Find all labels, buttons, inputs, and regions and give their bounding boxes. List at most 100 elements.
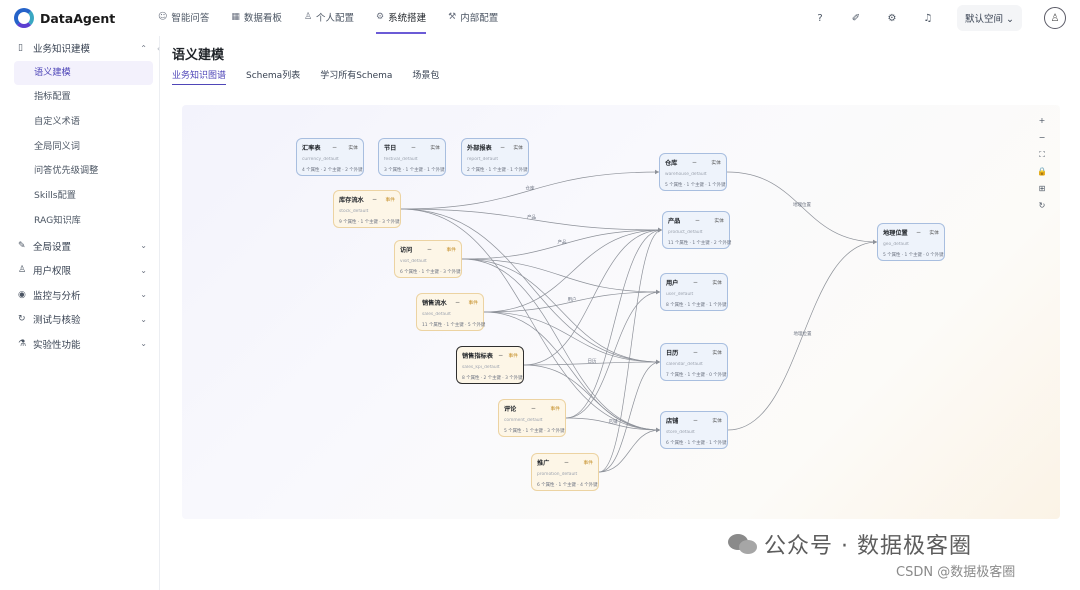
space-selector[interactable]: 默认空间 ⌄ (956, 5, 1022, 31)
node-type-badge: 实体 (513, 146, 523, 151)
chevron-down-icon: ⌄ (1006, 14, 1014, 25)
tab-1[interactable]: Schema列表 (246, 68, 300, 85)
graph-node-chanpin[interactable]: 产品 − 实体 product_default 11 个属性 · 1 个主键 · 2 个… (662, 211, 731, 249)
collapse-node-icon[interactable]: − (693, 349, 698, 356)
nav-item-0[interactable]: ☺ 智能问答 (158, 0, 209, 34)
graph-node-tuiguang[interactable]: 推广 − 事件 promotion_default 6 个属性 · 1 个主键 · 4 … (531, 453, 599, 491)
sidebar-group-3[interactable]: ◉ 监控与分析 ⌄ (0, 282, 159, 307)
graph-node-xiaoshou[interactable]: 销售流水 − 事件 sales_default 11 个属性 · 1 个主键 · 5 个… (416, 293, 485, 331)
node-name: 节日 (384, 145, 397, 152)
graph-node-diliweizhi[interactable]: 地理位置 − 实体 geo_default 5 个属性 · 1 个主键 · 0 个外键 (877, 223, 945, 261)
node-header: 库存流水 − 事件 (339, 195, 395, 204)
nav-item-1[interactable]: ▦ 数据看板 (231, 0, 282, 34)
sidebar-item-2[interactable]: 自定义术语 (0, 110, 153, 135)
top-navigation-bar: DataAgent ☺ 智能问答 ▦ 数据看板 ♙ 个人配置 ⚙ 系统搭建 ⚒ 内部配置 ? ✐ … (0, 0, 1080, 36)
sidebar-group-5[interactable]: ⚗ 实验性功能 ⌄ (0, 331, 159, 356)
node-table-name: promotion_default (537, 472, 578, 477)
sidebar-group-1[interactable]: ✎ 全局设置 ⌄ (0, 233, 159, 258)
nav-item-2[interactable]: ♙ 个人配置 (304, 0, 354, 34)
lock-icon[interactable]: 🔒 (1036, 166, 1048, 178)
node-header: 访问 − 事件 (400, 245, 456, 254)
collapse-node-icon[interactable]: − (693, 417, 698, 424)
tab-3[interactable]: 场景包 (412, 68, 439, 85)
sidebar-group-0[interactable]: ▯ 业务知识建模 ⌃ (0, 36, 159, 61)
tab-2[interactable]: 学习所有Schema (320, 68, 392, 85)
graph-node-yonghu[interactable]: 用户 − 实体 user_default 8 个属性 · 1 个主键 · 1 个外键 (660, 273, 728, 311)
node-stats: 5 个属性 · 1 个主键 · 1 个外键 (665, 183, 726, 188)
sidebar-item-3[interactable]: 全局同义词 (0, 135, 153, 160)
collapse-node-icon[interactable]: − (564, 459, 569, 466)
node-name: 汇率表 (302, 145, 321, 152)
layout-icon[interactable]: ⊞ (1036, 183, 1048, 195)
node-table-name: user_default (666, 292, 694, 297)
collapse-node-icon[interactable]: − (531, 405, 536, 412)
graph-node-fangwen[interactable]: 访问 − 事件 visit_default 6 个属性 · 1 个主键 · 3 个外键 (394, 240, 462, 278)
sidebar-item-4[interactable]: 问答优先级调整 (0, 159, 153, 184)
node-table-name: warehouse_default (665, 172, 707, 177)
collapse-node-icon[interactable]: − (455, 299, 460, 306)
node-name: 访问 (400, 247, 413, 254)
zoom-in-icon[interactable]: + (1036, 115, 1048, 127)
graph-node-kucun[interactable]: 库存流水 − 事件 stock_default 9 个属性 · 1 个主键 · 3 个外… (333, 190, 401, 228)
collapse-node-icon[interactable]: − (692, 159, 697, 166)
user-avatar[interactable]: ♙ (1044, 7, 1066, 29)
collapse-node-icon[interactable]: − (916, 229, 921, 236)
node-header: 仓库 − 实体 (665, 158, 721, 167)
edge-label: 用户 (568, 296, 577, 303)
settings-icon[interactable]: ⚙ (885, 13, 899, 24)
graph-node-zhibiao[interactable]: 销售指标表 − 事件 sales_kpi_default 8 个属性 · 2 个主键 ·… (456, 346, 524, 384)
notification-bell-icon[interactable]: ♫ (921, 13, 935, 24)
chevron-down-icon: ⌄ (140, 339, 147, 349)
node-stats: 8 个属性 · 1 个主键 · 1 个外键 (666, 303, 727, 308)
node-type-badge: 事件 (583, 461, 593, 466)
sidebar-item-1[interactable]: 指标配置 (0, 85, 153, 110)
edge-label: 仓库 (526, 185, 535, 192)
collapse-node-icon[interactable]: − (411, 144, 416, 151)
collapse-node-icon[interactable]: − (332, 144, 337, 151)
graph-node-huizong[interactable]: 汇率表 − 实体 currency_default 4 个属性 · 2 个主键 · 2 … (296, 138, 364, 176)
wechat-watermark: 公众号 · 数据极客圈 (728, 528, 972, 560)
app-name: DataAgent (40, 10, 116, 26)
graph-node-dianpu[interactable]: 店铺 − 实体 store_default 6 个属性 · 1 个主键 · 1 个外键 (660, 411, 728, 449)
sidebar-group-4[interactable]: ↻ 测试与核验 ⌄ (0, 307, 159, 332)
collapse-node-icon[interactable]: − (695, 217, 700, 224)
user-icon: ♙ (303, 12, 313, 22)
reset-icon[interactable]: ↻ (1036, 200, 1048, 212)
app-logo[interactable]: DataAgent (14, 8, 115, 28)
collapse-node-icon[interactable]: − (498, 352, 503, 359)
node-name: 库存流水 (339, 197, 364, 204)
tab-0[interactable]: 业务知识图谱 (172, 68, 227, 85)
collapse-node-icon[interactable]: − (427, 246, 432, 253)
collapse-node-icon[interactable]: − (693, 279, 698, 286)
theme-icon[interactable]: ✐ (849, 13, 863, 24)
node-name: 仓库 (665, 160, 678, 167)
graph-node-waibu[interactable]: 外部报表 − 实体 report_default 2 个属性 · 1 个主键 · 1 个… (461, 138, 529, 176)
collapse-node-icon[interactable]: − (372, 196, 377, 203)
node-type-badge: 实体 (348, 146, 358, 151)
canvas-toolbar: + − ⛶ 🔒 ⊞ ↻ (1034, 115, 1050, 212)
knowledge-graph-canvas[interactable]: 仓库 产品 产品 用户 日历 店铺 地理位置 地理位置 汇率表 − 实体 currency_defa… (182, 105, 1060, 519)
zoom-out-icon[interactable]: − (1036, 132, 1048, 144)
graph-node-jieri[interactable]: 节日 − 实体 festival_default 3 个属性 · 1 个主键 · 1 个… (378, 138, 446, 176)
graph-node-cangku[interactable]: 仓库 − 实体 warehouse_default 5 个属性 · 1 个主键 · 1 … (659, 153, 727, 191)
help-icon[interactable]: ? (813, 13, 827, 24)
sidebar-group-2[interactable]: ♙ 用户权限 ⌄ (0, 258, 159, 283)
graph-node-riqi[interactable]: 日历 − 实体 calendar_default 7 个属性 · 1 个主键 · 0 个… (660, 343, 728, 381)
doc-icon: ▯ (18, 43, 23, 54)
nav-item-3[interactable]: ⚙ 系统搭建 (376, 1, 427, 34)
sidebar-item-5[interactable]: Skills配置 (0, 184, 153, 209)
sidebar-item-6[interactable]: RAG知识库 (0, 209, 153, 234)
main-nav: ☺ 智能问答 ▦ 数据看板 ♙ 个人配置 ⚙ 系统搭建 ⚒ 内部配置 (158, 0, 498, 36)
node-header: 评论 − 事件 (504, 404, 560, 413)
nav-item-label: 智能问答 (171, 13, 210, 24)
node-table-name: festival_default (384, 157, 418, 162)
nav-item-4[interactable]: ⚒ 内部配置 (448, 0, 498, 34)
edge-label: 地理位置 (793, 201, 811, 208)
fit-view-icon[interactable]: ⛶ (1036, 149, 1048, 161)
chat-icon: ☺ (158, 12, 168, 22)
collapse-node-icon[interactable]: − (500, 144, 505, 151)
sidebar-item-0[interactable]: 语义建模 (14, 60, 153, 86)
edge-label: 店铺 (609, 418, 618, 425)
graph-node-pinglun[interactable]: 评论 − 事件 comment_default 5 个属性 · 1 个主键 · 3 个外… (498, 399, 566, 437)
node-type-badge: 事件 (446, 248, 456, 253)
